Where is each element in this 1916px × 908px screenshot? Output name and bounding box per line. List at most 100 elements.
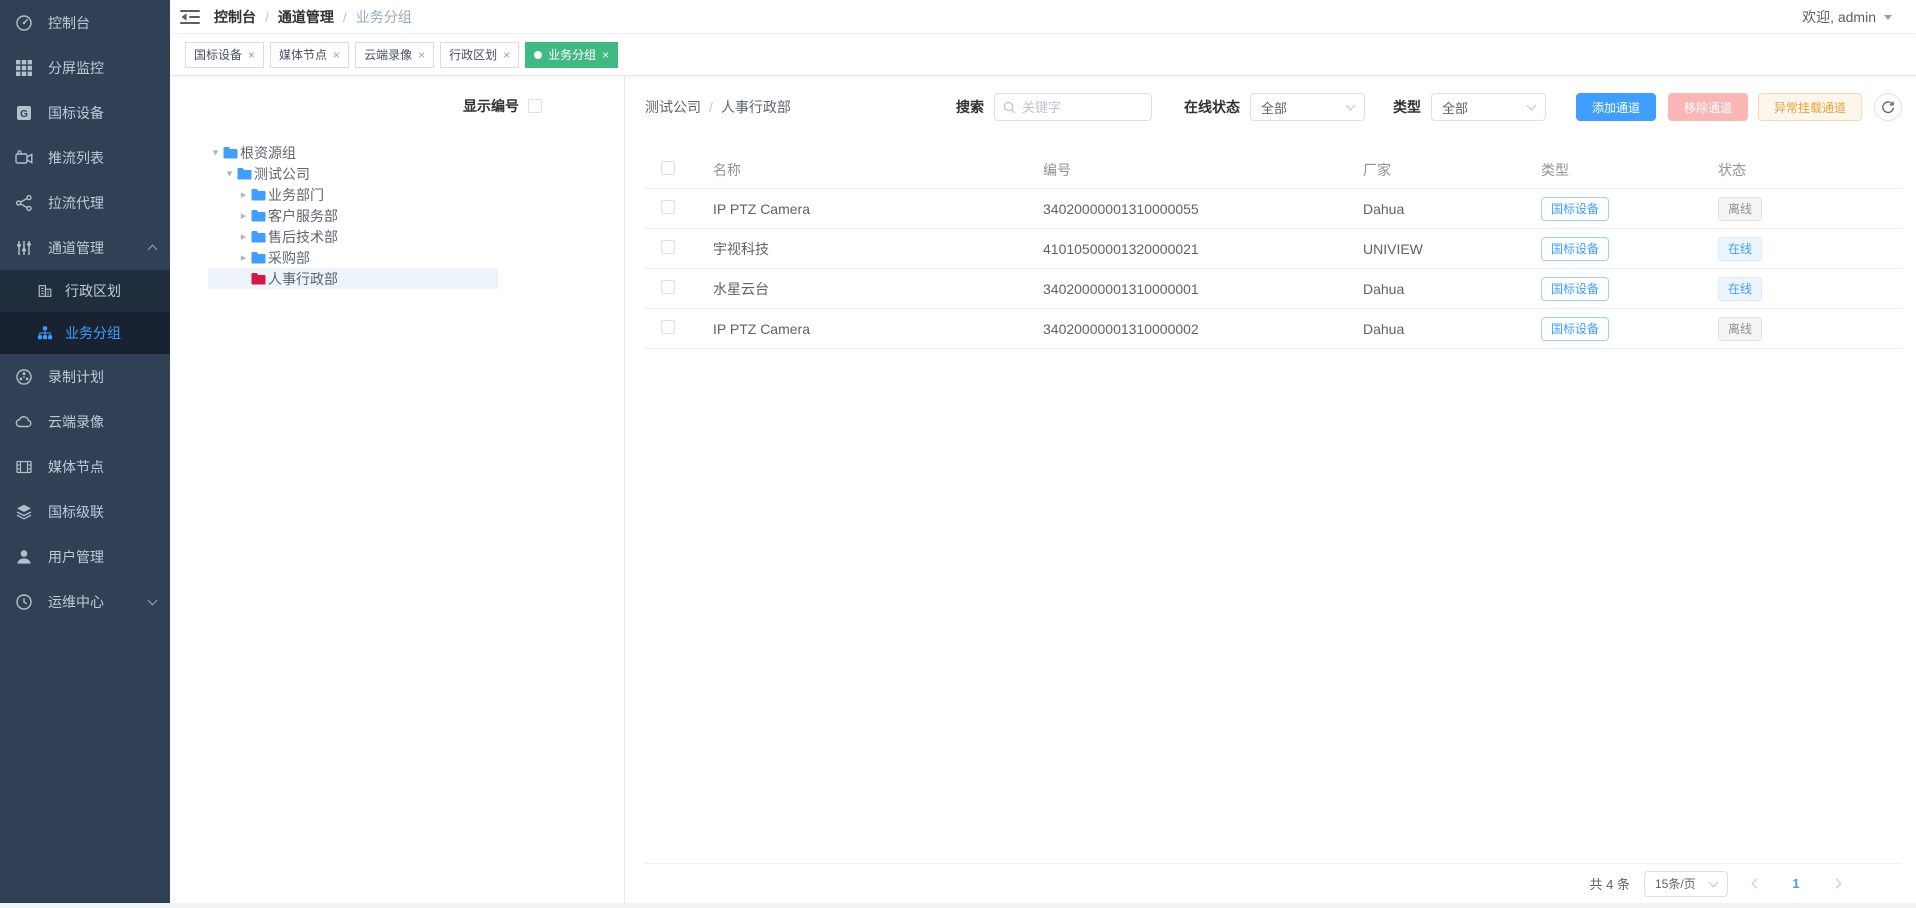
sliders-icon xyxy=(15,239,33,257)
sidebar-collapse-icon[interactable] xyxy=(180,7,200,27)
type-tag: 国标设备 xyxy=(1541,197,1609,221)
show-number-checkbox[interactable] xyxy=(528,99,542,113)
sidebar-item-gb-cascade[interactable]: 国标级联 xyxy=(0,489,170,534)
tab-close-icon[interactable]: × xyxy=(248,49,255,61)
cell-status: 在线 xyxy=(1706,277,1902,301)
page-number-1[interactable]: 1 xyxy=(1784,876,1808,891)
sidebar-item-gb-device[interactable]: G国标设备 xyxy=(0,90,170,135)
tree-node-售后技术部[interactable]: ▸ 售后技术部 xyxy=(208,226,498,247)
tree-panel: 显示编号 ▾根资源组▾测试公司▸业务部门▸客户服务部▸售后技术部▸采购部人事行政… xyxy=(170,76,625,903)
cell-status: 离线 xyxy=(1706,317,1902,341)
tags-view-bar: 国标设备×媒体节点×云端录像×行政区划×业务分组× xyxy=(170,34,1916,76)
add-channel-button[interactable]: 添加通道 xyxy=(1576,93,1656,121)
sidebar-item-label: 录制计划 xyxy=(48,367,104,387)
cell-code: 34020000001310000055 xyxy=(1031,201,1351,217)
tab-close-icon[interactable]: × xyxy=(602,49,609,61)
tree-node-采购部[interactable]: ▸ 采购部 xyxy=(208,247,498,268)
refresh-button[interactable] xyxy=(1874,93,1902,121)
tree-node-客户服务部[interactable]: ▸客户服务部 xyxy=(208,205,498,226)
tab-label: 行政区划 xyxy=(449,46,497,63)
tab-close-icon[interactable]: × xyxy=(418,49,425,61)
sidebar-item-user-mgmt[interactable]: 用户管理 xyxy=(0,534,170,579)
table-row: IP PTZ Camera34020000001310000055Dahua国标… xyxy=(645,189,1902,229)
tree-node-根资源组[interactable]: ▾根资源组 xyxy=(208,142,498,163)
tree-node-业务部门[interactable]: ▸业务部门 xyxy=(208,184,498,205)
folder-blue-icon xyxy=(223,146,238,159)
cell-checkbox xyxy=(645,320,701,337)
sidebar-item-push-list[interactable]: 推流列表 xyxy=(0,135,170,180)
refresh-icon xyxy=(1881,100,1895,114)
tab-close-icon[interactable]: × xyxy=(333,49,340,61)
active-tab-dot xyxy=(534,51,542,59)
film-reel-icon xyxy=(15,368,33,386)
tree-node-label: 测试公司 xyxy=(254,164,310,184)
sidebar-item-admin-region[interactable]: 行政区划 xyxy=(0,270,170,312)
sidebar-item-cloud-record[interactable]: 云端录像 xyxy=(0,399,170,444)
user-dropdown[interactable]: 欢迎, admin xyxy=(1802,7,1892,27)
prev-page-button[interactable] xyxy=(1742,871,1770,897)
sidebar-item-record-plan[interactable]: 录制计划 xyxy=(0,354,170,399)
sidebar-item-label: 用户管理 xyxy=(48,547,104,567)
sidebar-item-channel-mgmt[interactable]: 通道管理 xyxy=(0,225,170,270)
layers-icon xyxy=(15,503,33,521)
row-checkbox[interactable] xyxy=(661,240,675,254)
tab-云端录像[interactable]: 云端录像× xyxy=(355,42,434,68)
sidebar-item-label: 云端录像 xyxy=(48,412,104,432)
sidebar-item-ops-center[interactable]: 运维中心 xyxy=(0,579,170,624)
chevron-right-icon xyxy=(1831,879,1841,889)
caret-collapsed-icon[interactable]: ▸ xyxy=(236,230,251,243)
next-page-button[interactable] xyxy=(1822,871,1850,897)
column-header-type: 类型 xyxy=(1529,160,1706,180)
org-chart-icon xyxy=(37,325,53,341)
tree-node-人事行政部[interactable]: 人事行政部 xyxy=(208,268,498,289)
breadcrumb-item-channel-mgmt[interactable]: 通道管理 xyxy=(278,7,334,27)
caret-collapsed-icon[interactable]: ▸ xyxy=(236,251,251,264)
tab-close-icon[interactable]: × xyxy=(503,49,510,61)
search-input[interactable] xyxy=(1022,100,1143,115)
row-checkbox[interactable] xyxy=(661,320,675,334)
caret-collapsed-icon[interactable]: ▸ xyxy=(236,209,251,222)
camcorder-icon xyxy=(15,149,33,167)
cell-checkbox xyxy=(645,240,701,257)
type-tag: 国标设备 xyxy=(1541,317,1609,341)
folder-blue-icon xyxy=(251,251,266,264)
content-area: 显示编号 ▾根资源组▾测试公司▸业务部门▸客户服务部▸售后技术部▸采购部人事行政… xyxy=(170,76,1916,903)
row-checkbox[interactable] xyxy=(661,280,675,294)
tree-node-label: 售后技术部 xyxy=(268,227,338,247)
main-area: 控制台 / 通道管理 / 业务分组 欢迎, admin 国标设备×媒体节点×云端… xyxy=(170,0,1916,903)
tree-node-label: 采购部 xyxy=(268,248,310,268)
resource-tree: ▾根资源组▾测试公司▸业务部门▸客户服务部▸售后技术部▸采购部人事行政部 xyxy=(208,142,498,289)
caret-expanded-icon[interactable]: ▾ xyxy=(208,146,223,159)
breadcrumb-item-console[interactable]: 控制台 xyxy=(214,7,256,27)
table-body: IP PTZ Camera34020000001310000055Dahua国标… xyxy=(645,189,1902,349)
show-number-label: 显示编号 xyxy=(463,96,519,116)
sidebar-item-split-screen[interactable]: 分屏监控 xyxy=(0,45,170,90)
remove-channel-button[interactable]: 移除通道 xyxy=(1668,93,1748,121)
film-strip-icon xyxy=(15,458,33,476)
table-row: IP PTZ Camera34020000001310000002Dahua国标… xyxy=(645,309,1902,349)
sidebar-item-label: 国标设备 xyxy=(48,103,104,123)
type-select[interactable]: 全部 xyxy=(1431,93,1546,121)
sidebar-item-dashboard[interactable]: 控制台 xyxy=(0,0,170,45)
sidebar-item-pull-proxy[interactable]: 拉流代理 xyxy=(0,180,170,225)
tab-媒体节点[interactable]: 媒体节点× xyxy=(270,42,349,68)
row-checkbox[interactable] xyxy=(661,200,675,214)
sidebar-item-biz-group[interactable]: 业务分组 xyxy=(0,312,170,354)
caret-down-icon xyxy=(1884,15,1892,20)
select-all-checkbox[interactable] xyxy=(661,161,675,175)
tab-行政区划[interactable]: 行政区划 × xyxy=(440,42,519,68)
caret-expanded-icon[interactable]: ▾ xyxy=(222,167,237,180)
caret-collapsed-icon[interactable]: ▸ xyxy=(236,188,251,201)
tab-国标设备[interactable]: 国标设备× xyxy=(185,42,264,68)
dashboard-icon xyxy=(15,14,33,32)
tab-业务分组[interactable]: 业务分组× xyxy=(525,42,618,68)
online-status-select[interactable]: 全部 xyxy=(1250,93,1365,121)
sidebar-item-media-node[interactable]: 媒体节点 xyxy=(0,444,170,489)
type-value: 全部 xyxy=(1442,98,1468,117)
page-size-select[interactable]: 15条/页 xyxy=(1644,871,1728,897)
sidebar-item-label: 行政区划 xyxy=(65,281,121,301)
column-header-vendor: 厂家 xyxy=(1351,160,1529,180)
abnormal-channel-button[interactable]: 异常挂载通道 xyxy=(1758,93,1862,121)
type-tag: 国标设备 xyxy=(1541,237,1609,261)
tree-node-测试公司[interactable]: ▾ 测试公司 xyxy=(208,163,498,184)
